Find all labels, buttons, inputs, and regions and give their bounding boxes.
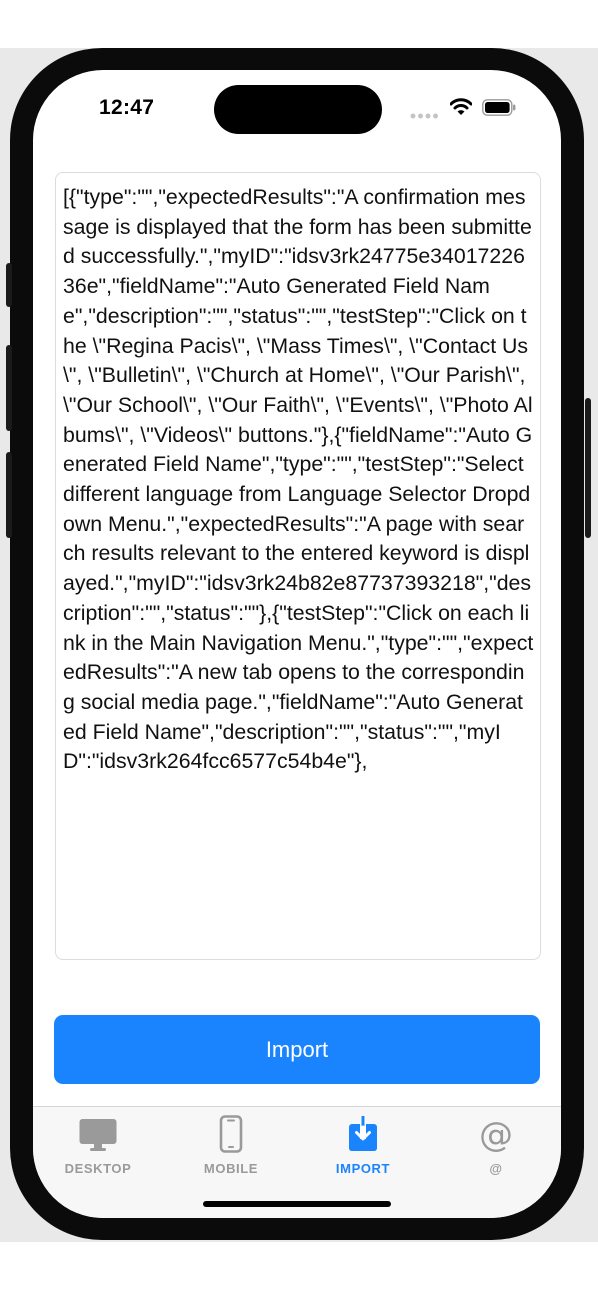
volume-down-button [6, 452, 12, 538]
svg-text:@: @ [479, 1115, 513, 1153]
app-screen: 12:47 [{"type":"","expectedResults":"A c… [33, 70, 561, 1218]
import-button[interactable]: Import [54, 1015, 540, 1084]
tab-import[interactable]: IMPORT [308, 1113, 418, 1183]
json-input-field[interactable]: [{"type":"","expectedResults":"A confirm… [55, 172, 541, 960]
tab-at-label: @ [489, 1161, 503, 1176]
mobile-icon [219, 1115, 243, 1153]
page-background-top [0, 0, 598, 48]
dynamic-island [214, 85, 382, 134]
volume-up-button [6, 345, 12, 431]
import-icon [349, 1116, 377, 1151]
power-button [585, 398, 591, 538]
tab-import-label: IMPORT [335, 1161, 391, 1176]
desktop-icon [79, 1119, 117, 1151]
status-time: 12:47 [99, 96, 155, 119]
tab-mobile[interactable]: MOBILE [176, 1113, 286, 1183]
tab-desktop-label: DESKTOP [64, 1161, 132, 1176]
battery-icon [482, 99, 516, 116]
cellular-signal-icon [410, 113, 438, 119]
tab-desktop[interactable]: DESKTOP [43, 1113, 153, 1183]
json-text-value[interactable]: [{"type":"","expectedResults":"A confirm… [56, 173, 540, 777]
action-button [6, 263, 12, 307]
tab-at[interactable]: @ @ [441, 1113, 551, 1183]
at-icon: @ [479, 1115, 513, 1153]
wifi-icon [450, 98, 472, 115]
home-indicator [203, 1201, 391, 1207]
tab-mobile-label: MOBILE [203, 1161, 259, 1176]
